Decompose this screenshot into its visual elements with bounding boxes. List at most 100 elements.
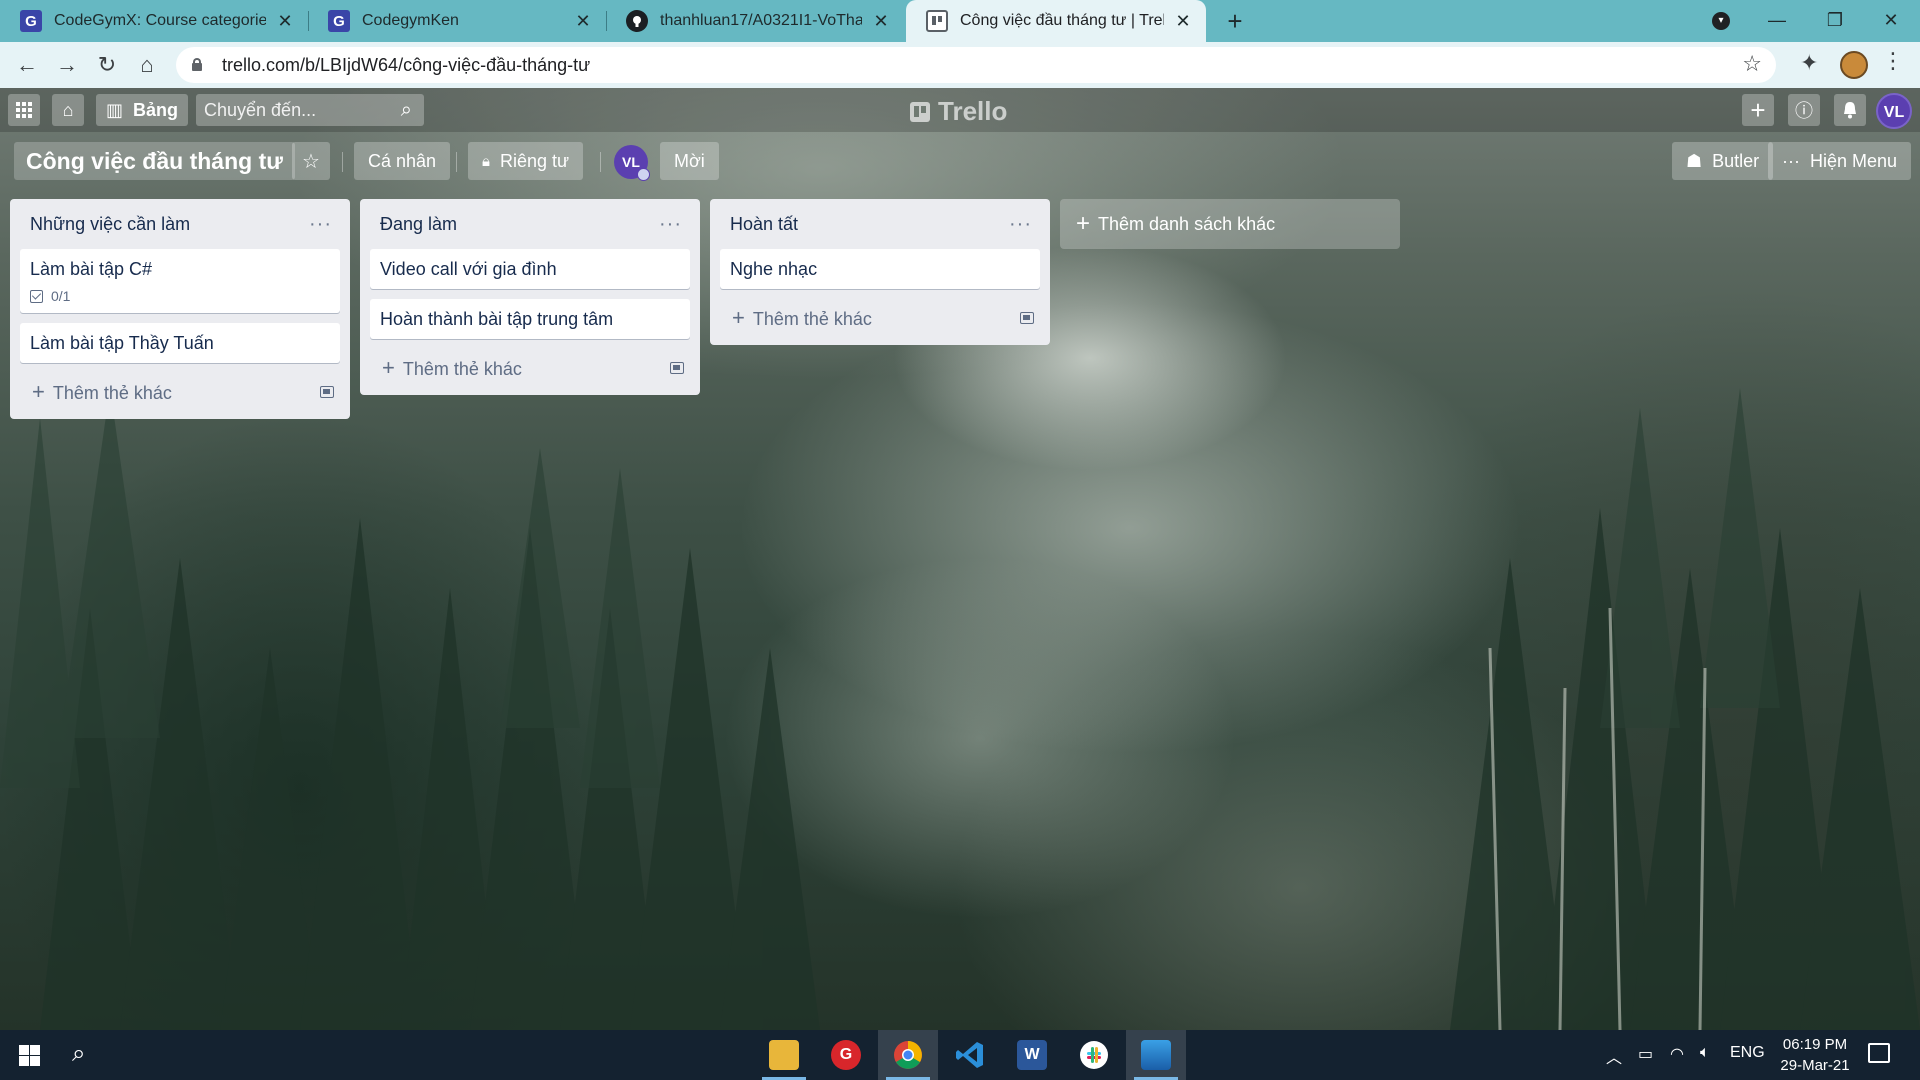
- codegym-favicon-icon: G: [20, 10, 42, 32]
- more-dots-icon: ···: [1782, 150, 1800, 171]
- maximize-button[interactable]: ❐: [1806, 0, 1864, 42]
- card-template-icon[interactable]: [670, 362, 684, 374]
- slack-icon[interactable]: [1064, 1030, 1124, 1080]
- add-card-button[interactable]: + Thêm thẻ khác: [20, 373, 340, 411]
- lock-icon[interactable]: [190, 58, 204, 72]
- add-card-button[interactable]: + Thêm thẻ khác: [720, 299, 1040, 337]
- tab-close-icon[interactable]: ✕: [1172, 11, 1194, 32]
- member-avatar[interactable]: VL: [1876, 93, 1912, 129]
- browser-tab-codegymken[interactable]: G CodegymKen ✕: [308, 0, 606, 42]
- trello-logo[interactable]: Trello: [910, 96, 1007, 127]
- reload-icon[interactable]: ↻: [92, 50, 122, 80]
- address-bar[interactable]: trello.com/b/LBIjdW64/công-việc-đầu-thán…: [176, 47, 1776, 83]
- card-template-icon[interactable]: [1020, 312, 1034, 324]
- board-member-avatar[interactable]: VL: [614, 145, 650, 181]
- bookmark-star-icon[interactable]: ☆: [1742, 51, 1762, 77]
- tab-search-icon[interactable]: ▾: [1712, 12, 1730, 30]
- new-tab-button[interactable]: +: [1220, 6, 1250, 36]
- add-card-button[interactable]: + Thêm thẻ khác: [370, 349, 690, 387]
- list-menu-icon[interactable]: ···: [1009, 213, 1032, 236]
- garena-icon[interactable]: G: [816, 1030, 876, 1080]
- browser-tab-trello[interactable]: Công việc đầu tháng tư | Trello ✕: [906, 0, 1206, 42]
- photos-icon[interactable]: [1126, 1030, 1186, 1080]
- card[interactable]: Hoàn thành bài tập trung tâm: [370, 299, 690, 339]
- add-list-button[interactable]: + Thêm danh sách khác: [1060, 199, 1400, 249]
- system-clock[interactable]: 06:19 PM 29-Mar-21: [1760, 1034, 1870, 1076]
- card[interactable]: Làm bài tập C# 0/1: [20, 249, 340, 313]
- browser-tab-codegymx[interactable]: G CodeGymX: Course categories ✕: [0, 0, 308, 42]
- apps-grid-icon[interactable]: [8, 94, 40, 126]
- show-hidden-icons-icon[interactable]: ︿: [1606, 1044, 1622, 1068]
- star-board-icon[interactable]: ☆: [292, 142, 330, 180]
- member-initials: VL: [622, 154, 640, 170]
- add-card-label: Thêm thẻ khác: [752, 309, 872, 329]
- divider: [342, 152, 343, 172]
- list-title[interactable]: Những việc cần làm: [30, 214, 190, 235]
- codegym-favicon-icon: G: [328, 10, 350, 32]
- wifi-icon[interactable]: ◠: [1670, 1044, 1684, 1064]
- battery-icon[interactable]: ▭: [1638, 1044, 1653, 1064]
- list-menu-icon[interactable]: ···: [309, 213, 332, 236]
- list-header[interactable]: Những việc cần làm ···: [20, 199, 340, 249]
- trello-logo-icon: [910, 101, 930, 122]
- card-title: Video call với gia đình: [380, 259, 557, 279]
- clock-time: 06:19 PM: [1782, 1036, 1848, 1053]
- list-done: Hoàn tất ··· Nghe nhạc + Thêm thẻ khác: [710, 199, 1050, 345]
- taskbar-search-icon[interactable]: ⌕: [72, 1040, 85, 1068]
- search-input[interactable]: Chuyển đến... ⌕: [196, 94, 424, 126]
- trello-favicon-icon: [926, 10, 948, 32]
- list-header[interactable]: Hoàn tất ···: [720, 199, 1040, 249]
- plus-icon: +: [1076, 210, 1091, 237]
- checklist-badge: 0/1: [30, 288, 330, 304]
- tab-title: thanhluan17/A0321I1-VoThanhL: [660, 12, 862, 29]
- windows-start-icon[interactable]: [0, 1030, 58, 1080]
- lock-icon: 🔒︎: [482, 152, 490, 170]
- list-menu-icon[interactable]: ···: [659, 213, 682, 236]
- butler-button[interactable]: ☗ Butler: [1672, 142, 1774, 180]
- list-title[interactable]: Đang làm: [380, 214, 457, 235]
- tab-close-icon[interactable]: ✕: [274, 11, 296, 32]
- invite-button[interactable]: Mời: [660, 142, 719, 180]
- list-header[interactable]: Đang làm ···: [370, 199, 690, 249]
- trello-header: ⌂ ▥ Bảng Chuyển đến... ⌕ Trello + ⓘ VL: [0, 88, 1920, 132]
- microsoft-word-icon[interactable]: W: [1002, 1030, 1062, 1080]
- boards-button[interactable]: ▥ Bảng: [96, 94, 188, 126]
- show-menu-button[interactable]: ··· Hiện Menu: [1768, 142, 1912, 180]
- workspace-button[interactable]: Cá nhân: [354, 142, 451, 180]
- close-window-button[interactable]: ✕: [1862, 0, 1920, 42]
- home-icon[interactable]: ⌂: [52, 94, 84, 126]
- file-explorer-icon[interactable]: [754, 1030, 814, 1080]
- forward-arrow-icon[interactable]: →: [52, 50, 82, 80]
- notification-bell-icon[interactable]: [1834, 94, 1866, 126]
- volume-icon[interactable]: 🔈︎: [1700, 1044, 1710, 1062]
- board-title[interactable]: Công việc đầu tháng tư: [14, 142, 295, 180]
- tab-close-icon[interactable]: ✕: [572, 11, 594, 32]
- browser-tabstrip: G CodeGymX: Course categories ✕ G Codegy…: [0, 0, 1920, 42]
- search-icon[interactable]: ⌕: [401, 99, 412, 122]
- back-arrow-icon[interactable]: ←: [12, 50, 42, 80]
- boards-label: Bảng: [133, 99, 178, 120]
- vscode-icon[interactable]: [940, 1030, 1000, 1080]
- list-todo: Những việc cần làm ··· Làm bài tập C# 0/…: [10, 199, 350, 419]
- browser-profile-avatar[interactable]: [1840, 51, 1868, 79]
- minimize-button[interactable]: —: [1748, 0, 1806, 42]
- card[interactable]: Nghe nhạc: [720, 249, 1040, 289]
- create-button[interactable]: +: [1742, 94, 1774, 126]
- visibility-button[interactable]: 🔒︎ Riêng tư: [468, 142, 584, 180]
- list-title[interactable]: Hoàn tất: [730, 214, 798, 235]
- browser-menu-icon[interactable]: ⋮: [1882, 48, 1904, 74]
- url-text: trello.com/b/LBIjdW64/công-việc-đầu-thán…: [222, 54, 591, 75]
- info-icon[interactable]: ⓘ: [1788, 94, 1820, 126]
- extensions-puzzle-icon[interactable]: ✦: [1800, 50, 1818, 76]
- butler-icon: ☗: [1686, 150, 1703, 171]
- home-icon[interactable]: ⌂: [132, 50, 162, 80]
- tab-close-icon[interactable]: ✕: [870, 11, 892, 32]
- butler-label: Butler: [1712, 150, 1760, 171]
- card-title: Hoàn thành bài tập trung tâm: [380, 309, 614, 329]
- card-template-icon[interactable]: [320, 386, 334, 398]
- card[interactable]: Video call với gia đình: [370, 249, 690, 289]
- card[interactable]: Làm bài tập Thầy Tuấn: [20, 323, 340, 363]
- notification-center-icon[interactable]: [1868, 1043, 1890, 1063]
- browser-tab-github[interactable]: thanhluan17/A0321I1-VoThanhL ✕: [606, 0, 904, 42]
- chrome-icon[interactable]: [878, 1030, 938, 1080]
